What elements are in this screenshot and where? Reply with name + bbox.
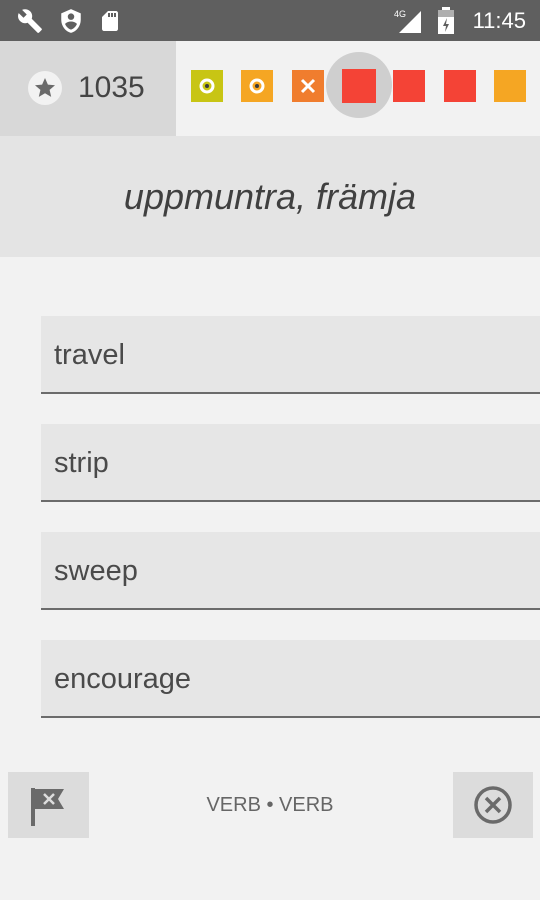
progress-item-wrong <box>292 70 324 102</box>
status-bar: 4G 11:45 <box>0 0 540 41</box>
progress-item-pending <box>494 70 526 102</box>
report-flag-button[interactable] <box>8 772 89 838</box>
sd-card-icon <box>98 8 122 39</box>
flag-icon <box>31 788 64 826</box>
close-button[interactable] <box>453 772 533 838</box>
answer-option-label: strip <box>54 447 109 479</box>
clock-time: 11:45 <box>472 8 526 33</box>
score-panel[interactable]: 1035 <box>0 41 176 136</box>
network-type: 4G <box>394 9 406 19</box>
answer-option[interactable]: strip <box>41 424 540 502</box>
progress-item-current <box>342 69 376 103</box>
answer-option[interactable]: sweep <box>41 532 540 610</box>
answer-option[interactable]: travel <box>41 316 540 394</box>
progress-item-correct <box>191 70 223 102</box>
battery-icon <box>437 7 455 40</box>
progress-item-correct <box>241 70 273 102</box>
star-icon <box>28 71 62 105</box>
signal-icon: 4G <box>393 7 423 40</box>
score-value: 1035 <box>78 71 145 104</box>
wrench-icon <box>16 8 44 39</box>
shield-icon <box>58 8 84 39</box>
answer-option-label: encourage <box>54 663 192 695</box>
progress-item-pending <box>393 70 425 102</box>
part-of-speech-label: VERB • VERB <box>206 794 334 816</box>
answer-option-label: travel <box>54 339 125 371</box>
answer-option[interactable]: encourage <box>41 640 540 718</box>
prompt-panel: uppmuntra, främja <box>0 136 540 257</box>
progress-item-pending <box>444 70 476 102</box>
prompt-word: uppmuntra, främja <box>123 176 417 217</box>
answer-option-label: sweep <box>54 555 138 587</box>
top-bar: 1035 <box>0 41 540 136</box>
close-circle-icon <box>474 786 512 824</box>
